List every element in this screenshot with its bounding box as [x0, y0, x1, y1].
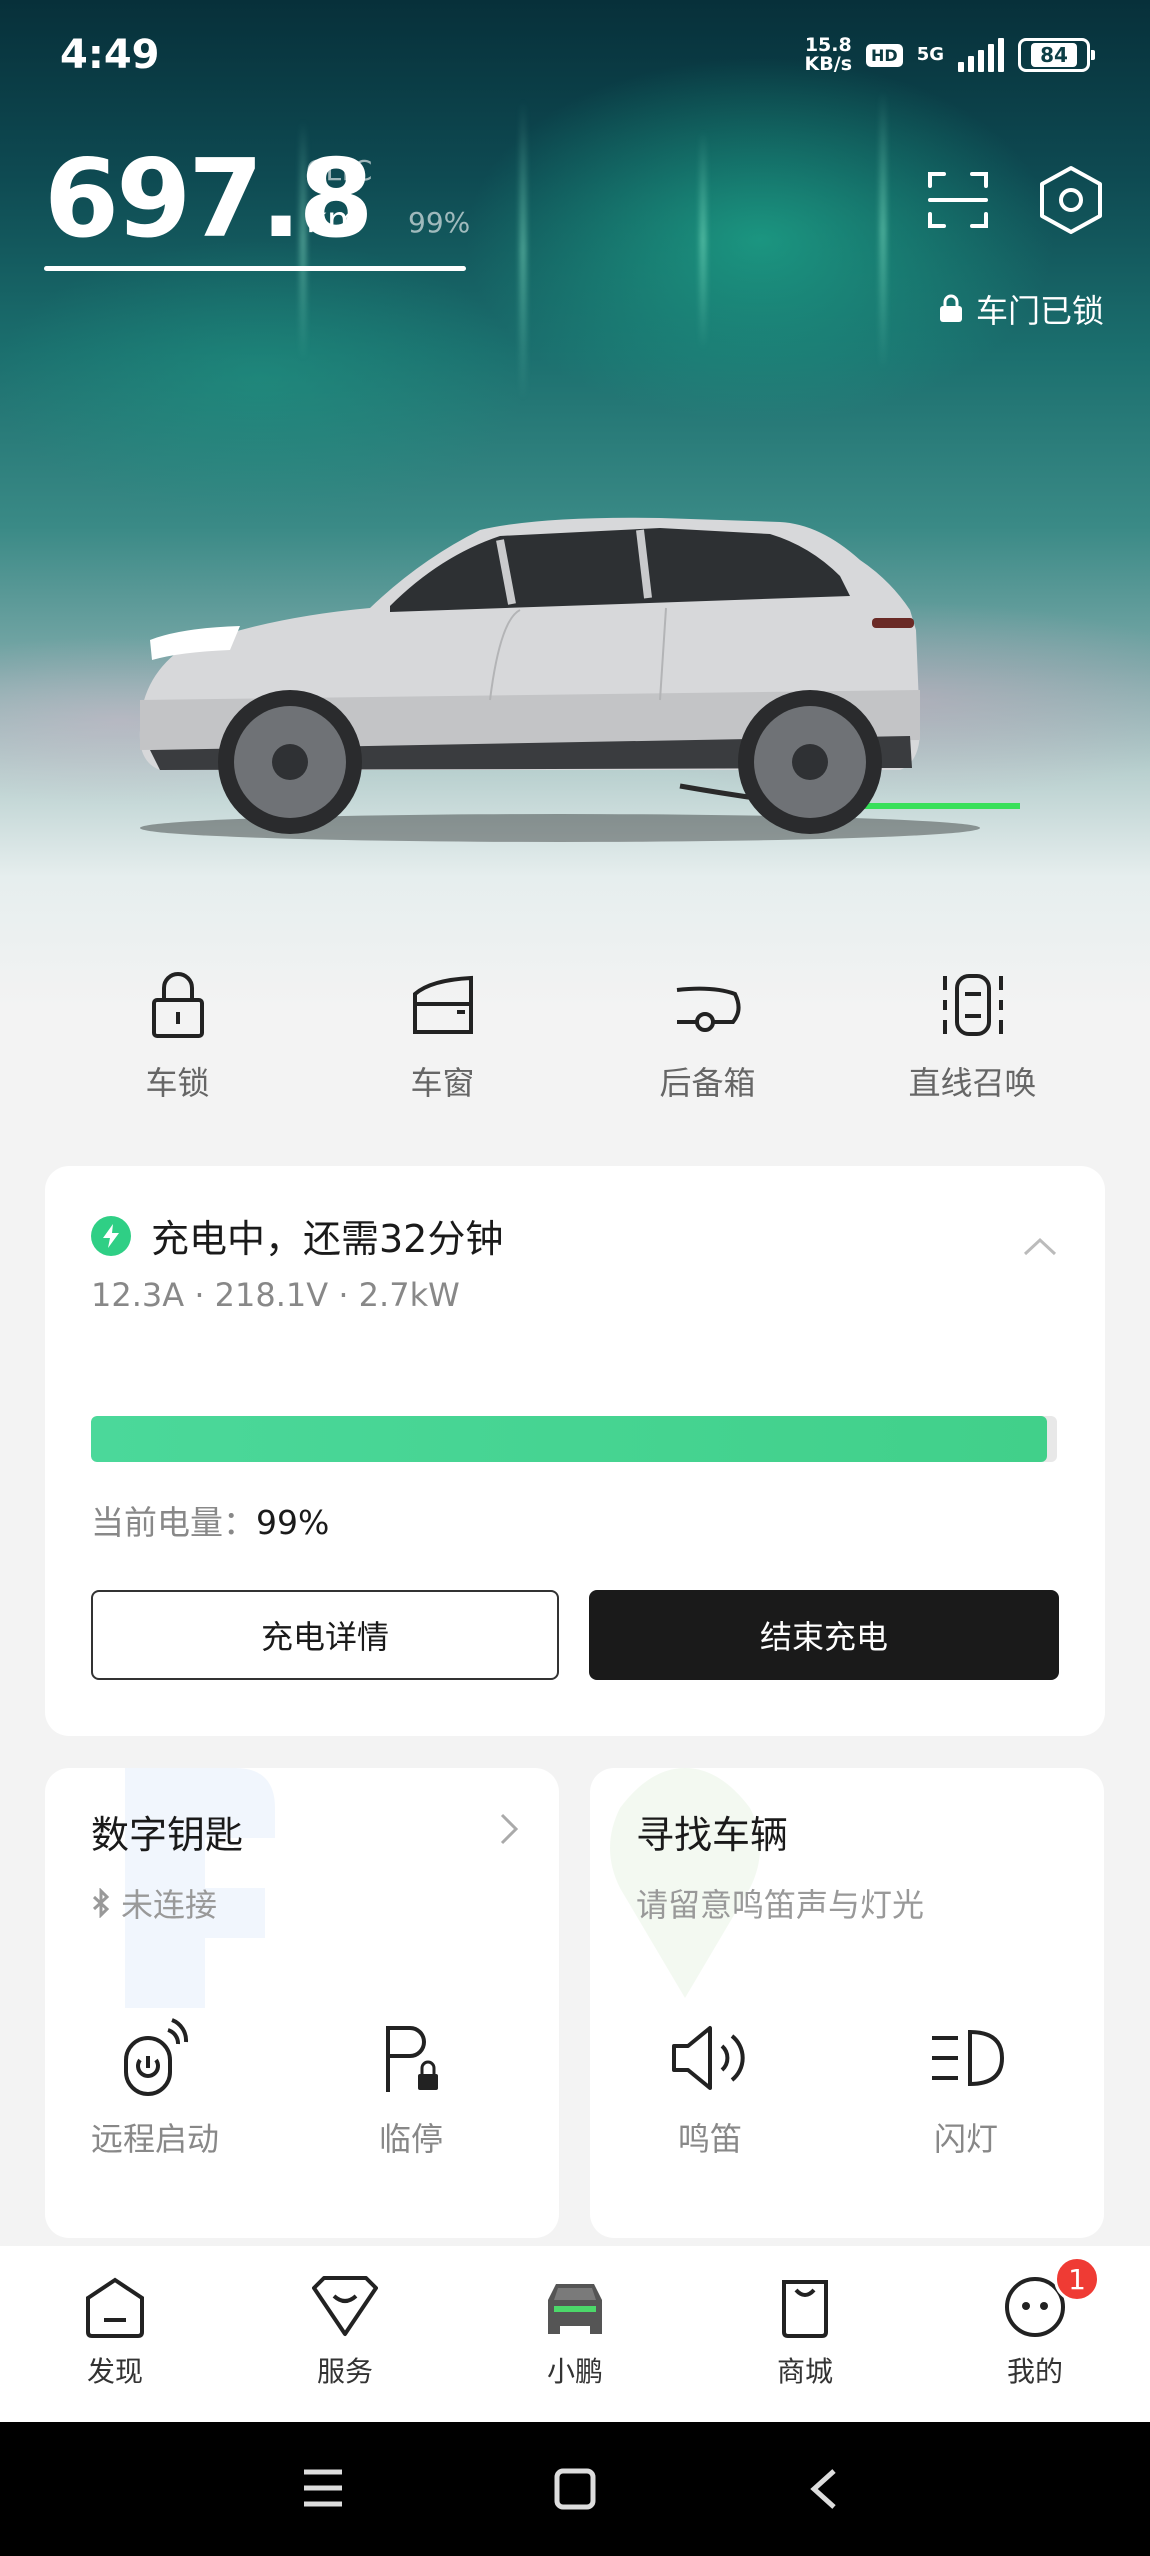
temp-parking-button[interactable]: 临停: [311, 2018, 511, 2160]
charging-details-button[interactable]: 充电详情: [91, 1590, 559, 1680]
status-bar: 4:49 15.8 KB/s HD 5G 84: [0, 0, 1150, 112]
aurora-streak: [520, 100, 526, 400]
window-icon: [412, 975, 473, 1034]
quick-action-window[interactable]: 车窗: [310, 970, 575, 1130]
back-icon: [810, 2469, 836, 2509]
digital-key-title: 数字钥匙: [91, 1813, 244, 1857]
range-standard: CLTC: [306, 154, 373, 187]
quick-action-summon[interactable]: 直线召唤: [840, 970, 1105, 1130]
notification-badge: 1: [1054, 2256, 1100, 2302]
chevron-up-icon: [1023, 1237, 1057, 1256]
service-icon: [312, 2276, 378, 2336]
charging-card: 充电中，还需32分钟 12.3A · 218.1V · 2.7kW 当前电量：9…: [45, 1166, 1105, 1736]
summon-icon: [942, 974, 1003, 1036]
car-icon: [548, 2284, 602, 2334]
parking-lock-icon: [386, 2026, 438, 2092]
range-unit: km: [306, 200, 362, 241]
collapse-button[interactable]: [1023, 1236, 1057, 1260]
battery-icon: 84: [1018, 38, 1095, 72]
tab-mall[interactable]: 商城: [690, 2246, 920, 2422]
home-icon: [554, 2468, 596, 2510]
horn-button[interactable]: 鸣笛: [610, 2018, 810, 2160]
digital-key-card[interactable]: 数字钥匙 未连接 远程启动 临停: [45, 1768, 559, 2238]
door-lock-status: 车门已锁: [938, 286, 1104, 332]
find-car-title: 寻找车辆: [636, 1813, 789, 1857]
menu-icon: [304, 2469, 342, 2507]
back-button[interactable]: [808, 2468, 838, 2514]
flash-lights-icon: [932, 2029, 1005, 2087]
find-car-card[interactable]: 寻找车辆 请留意鸣笛声与灯光 鸣笛 闪灯: [590, 1768, 1104, 2238]
tab-xiaopeng[interactable]: 小鹏: [460, 2246, 690, 2422]
remote-start-button[interactable]: 远程启动: [55, 2018, 255, 2160]
scan-icon: [928, 172, 988, 228]
charging-progress-fill: [91, 1416, 1048, 1462]
find-car-subtitle: 请留意鸣笛声与灯光: [636, 1886, 925, 1924]
tab-profile[interactable]: 我的 1: [920, 2246, 1150, 2422]
menu-button[interactable]: [302, 2468, 344, 2512]
bottom-tab-bar: 发现 服务 小鹏 商城 我的 1: [0, 2246, 1150, 2422]
home-button[interactable]: [554, 2468, 596, 2514]
charging-header: 充电中，还需32分钟: [91, 1208, 503, 1263]
range-percent: 99%: [408, 206, 471, 239]
charging-progress-bar: [91, 1416, 1057, 1462]
lock-icon: [151, 972, 204, 1038]
digital-key-status: 未连接: [91, 1880, 217, 1926]
quick-action-lock[interactable]: 车锁: [45, 970, 310, 1130]
tab-service[interactable]: 服务: [230, 2246, 460, 2422]
status-icons: 15.8 KB/s HD 5G 84: [804, 34, 1095, 75]
stop-charging-button[interactable]: 结束充电: [589, 1590, 1059, 1680]
chevron-right-icon[interactable]: [499, 1812, 519, 1850]
charging-bolt-icon: [91, 1215, 131, 1256]
charging-title: 充电中，还需32分钟: [151, 1217, 504, 1261]
horn-icon: [672, 2026, 745, 2090]
mall-icon: [782, 2280, 828, 2338]
aurora-streak: [880, 90, 886, 370]
discover-icon: [86, 2277, 144, 2338]
aurora-streak: [700, 130, 706, 350]
scan-button[interactable]: [926, 168, 990, 232]
range-underline: [44, 266, 466, 271]
quick-actions: 车锁 车窗 后备箱 直线召唤: [0, 970, 1150, 1130]
quick-action-trunk[interactable]: 后备箱: [575, 970, 840, 1130]
trunk-icon: [676, 986, 740, 1032]
flash-lights-button[interactable]: 闪灯: [866, 2018, 1066, 2160]
network-type: 5G: [916, 44, 944, 65]
remote-start-icon: [124, 2018, 189, 2096]
charging-stats: 12.3A · 218.1V · 2.7kW: [91, 1276, 460, 1314]
signal-icon: [958, 38, 1004, 72]
tab-discover[interactable]: 发现: [0, 2246, 230, 2422]
hd-icon: HD: [866, 43, 903, 67]
range-display: 697.8 CLTC km 99%: [44, 140, 470, 260]
settings-button[interactable]: [1038, 164, 1104, 236]
status-time: 4:49: [60, 32, 160, 78]
battery-level: 84: [1031, 43, 1077, 67]
system-nav-bar: [0, 2422, 1150, 2556]
car-image: [139, 517, 1020, 842]
settings-icon: [1040, 166, 1102, 234]
lock-icon: [939, 294, 962, 322]
current-battery: 当前电量：99%: [91, 1503, 330, 1542]
net-speed: 15.8 KB/s: [804, 34, 853, 75]
bluetooth-icon: [92, 1888, 110, 1918]
